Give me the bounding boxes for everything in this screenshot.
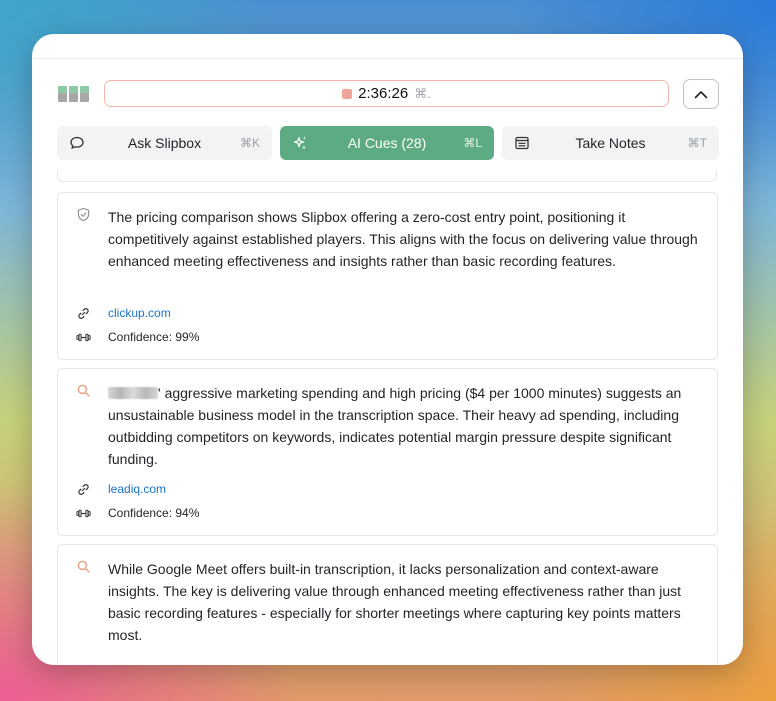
cue-text: While Google Meet offers built-in transc… [108, 561, 682, 643]
cue-text: The pricing comparison shows Slipbox off… [108, 209, 698, 269]
cue-source[interactable]: clickup.com [76, 304, 171, 322]
link-icon [78, 307, 89, 319]
tab-shortcut: ⌘T [687, 136, 707, 150]
cue-confidence: Confidence: 94% [76, 504, 199, 522]
notes-icon [515, 136, 529, 150]
timer-value: 2:36:26 [358, 85, 409, 102]
sparkle-icon [293, 136, 306, 150]
shield-check-icon [77, 207, 90, 222]
titlebar-divider [32, 58, 743, 59]
timer-shortcut: ⌘. [414, 85, 431, 101]
recording-stop-icon[interactable] [342, 88, 353, 99]
cue-text: ' aggressive marketing spending and high… [108, 382, 698, 470]
cue-card: ' aggressive marketing spending and high… [57, 368, 718, 536]
search-icon [77, 560, 90, 573]
cue-card: While Google Meet offers built-in transc… [57, 544, 718, 665]
cue-text-body: ' aggressive marketing spending and high… [108, 385, 682, 467]
tab-label: Take Notes [575, 135, 646, 151]
dumbbell-icon [76, 333, 91, 341]
dumbbell-icon [76, 509, 91, 517]
source-link[interactable]: clickup.com [108, 306, 171, 320]
mode-tabs: Ask Slipbox ⌘K AI Cues (28) ⌘L Take Note… [57, 126, 719, 160]
recording-timer[interactable]: 2:36:26 ⌘. [104, 80, 669, 107]
cue-confidence: Confidence: 99% [76, 328, 199, 346]
redacted-company-name [108, 387, 158, 399]
cue-card: The pricing comparison shows Slipbox off… [57, 192, 718, 360]
link-icon [78, 483, 89, 495]
tab-shortcut: ⌘K [239, 136, 260, 150]
app-window: 2:36:26 ⌘. Ask Slipbox ⌘K AI Cues (28) ⌘… [32, 34, 743, 665]
slipbox-logo [58, 86, 90, 102]
tab-shortcut: ⌘L [463, 136, 482, 150]
ai-cues-feed[interactable]: The pricing comparison shows Slipbox off… [57, 170, 719, 665]
tab-take-notes[interactable]: Take Notes ⌘T [502, 126, 719, 160]
chat-bubble-icon [70, 136, 84, 149]
confidence-text: Confidence: 99% [108, 330, 200, 344]
confidence-text: Confidence: 94% [108, 506, 200, 520]
cue-card-partial [57, 170, 717, 182]
tab-ask-slipbox[interactable]: Ask Slipbox ⌘K [57, 126, 272, 160]
tab-ai-cues[interactable]: AI Cues (28) ⌘L [280, 126, 494, 160]
tab-label: AI Cues (28) [347, 135, 427, 151]
chevron-up-icon [694, 90, 708, 98]
source-link[interactable]: leadiq.com [108, 482, 166, 496]
cue-source[interactable]: leadiq.com [76, 480, 166, 498]
search-icon [77, 384, 90, 397]
collapse-button[interactable] [683, 79, 719, 109]
